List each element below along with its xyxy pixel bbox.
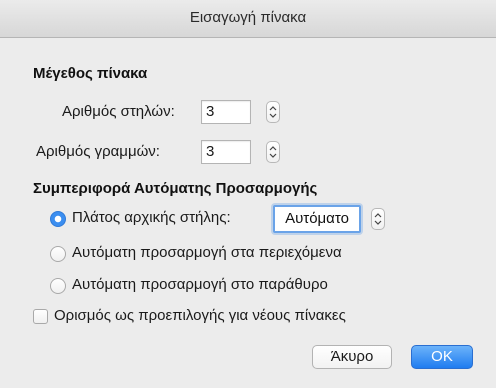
- stepper-icon: [374, 213, 382, 225]
- rows-stepper[interactable]: [266, 141, 280, 163]
- radio-initial-column-width[interactable]: [50, 211, 66, 227]
- columns-stepper[interactable]: [266, 101, 280, 123]
- columns-label: Αριθμός στηλών:: [62, 103, 175, 120]
- radio-label-autofit-window: Αυτόματη προσαρμογή στο παράθυρο: [72, 276, 328, 293]
- set-as-default-checkbox[interactable]: [33, 309, 48, 324]
- columns-field[interactable]: 3: [201, 100, 251, 124]
- column-width-field[interactable]: Αυτόματο: [273, 205, 361, 233]
- cancel-button[interactable]: Άκυρο: [312, 345, 392, 369]
- radio-label-initial-column-width: Πλάτος αρχικής στήλης:: [72, 209, 231, 226]
- radio-label-autofit-contents: Αυτόματη προσαρμογή στα περιεχόμενα: [72, 244, 342, 261]
- title-bar: Εισαγωγή πίνακα: [0, 0, 496, 38]
- ok-button[interactable]: OK: [411, 345, 473, 369]
- set-as-default-label: Ορισμός ως προεπιλογής για νέους πίνακες: [54, 307, 346, 324]
- stepper-icon: [269, 106, 277, 118]
- rows-field[interactable]: 3: [201, 140, 251, 164]
- window-title: Εισαγωγή πίνακα: [189, 9, 307, 26]
- radio-autofit-contents[interactable]: [50, 246, 66, 262]
- table-size-heading: Μέγεθος πίνακα: [33, 65, 148, 82]
- radio-autofit-window[interactable]: [50, 278, 66, 294]
- rows-label: Αριθμός γραμμών:: [36, 143, 160, 160]
- column-width-stepper[interactable]: [371, 208, 385, 230]
- stepper-icon: [269, 146, 277, 158]
- autofit-heading: Συμπεριφορά Αυτόματης Προσαρμογής: [33, 180, 318, 197]
